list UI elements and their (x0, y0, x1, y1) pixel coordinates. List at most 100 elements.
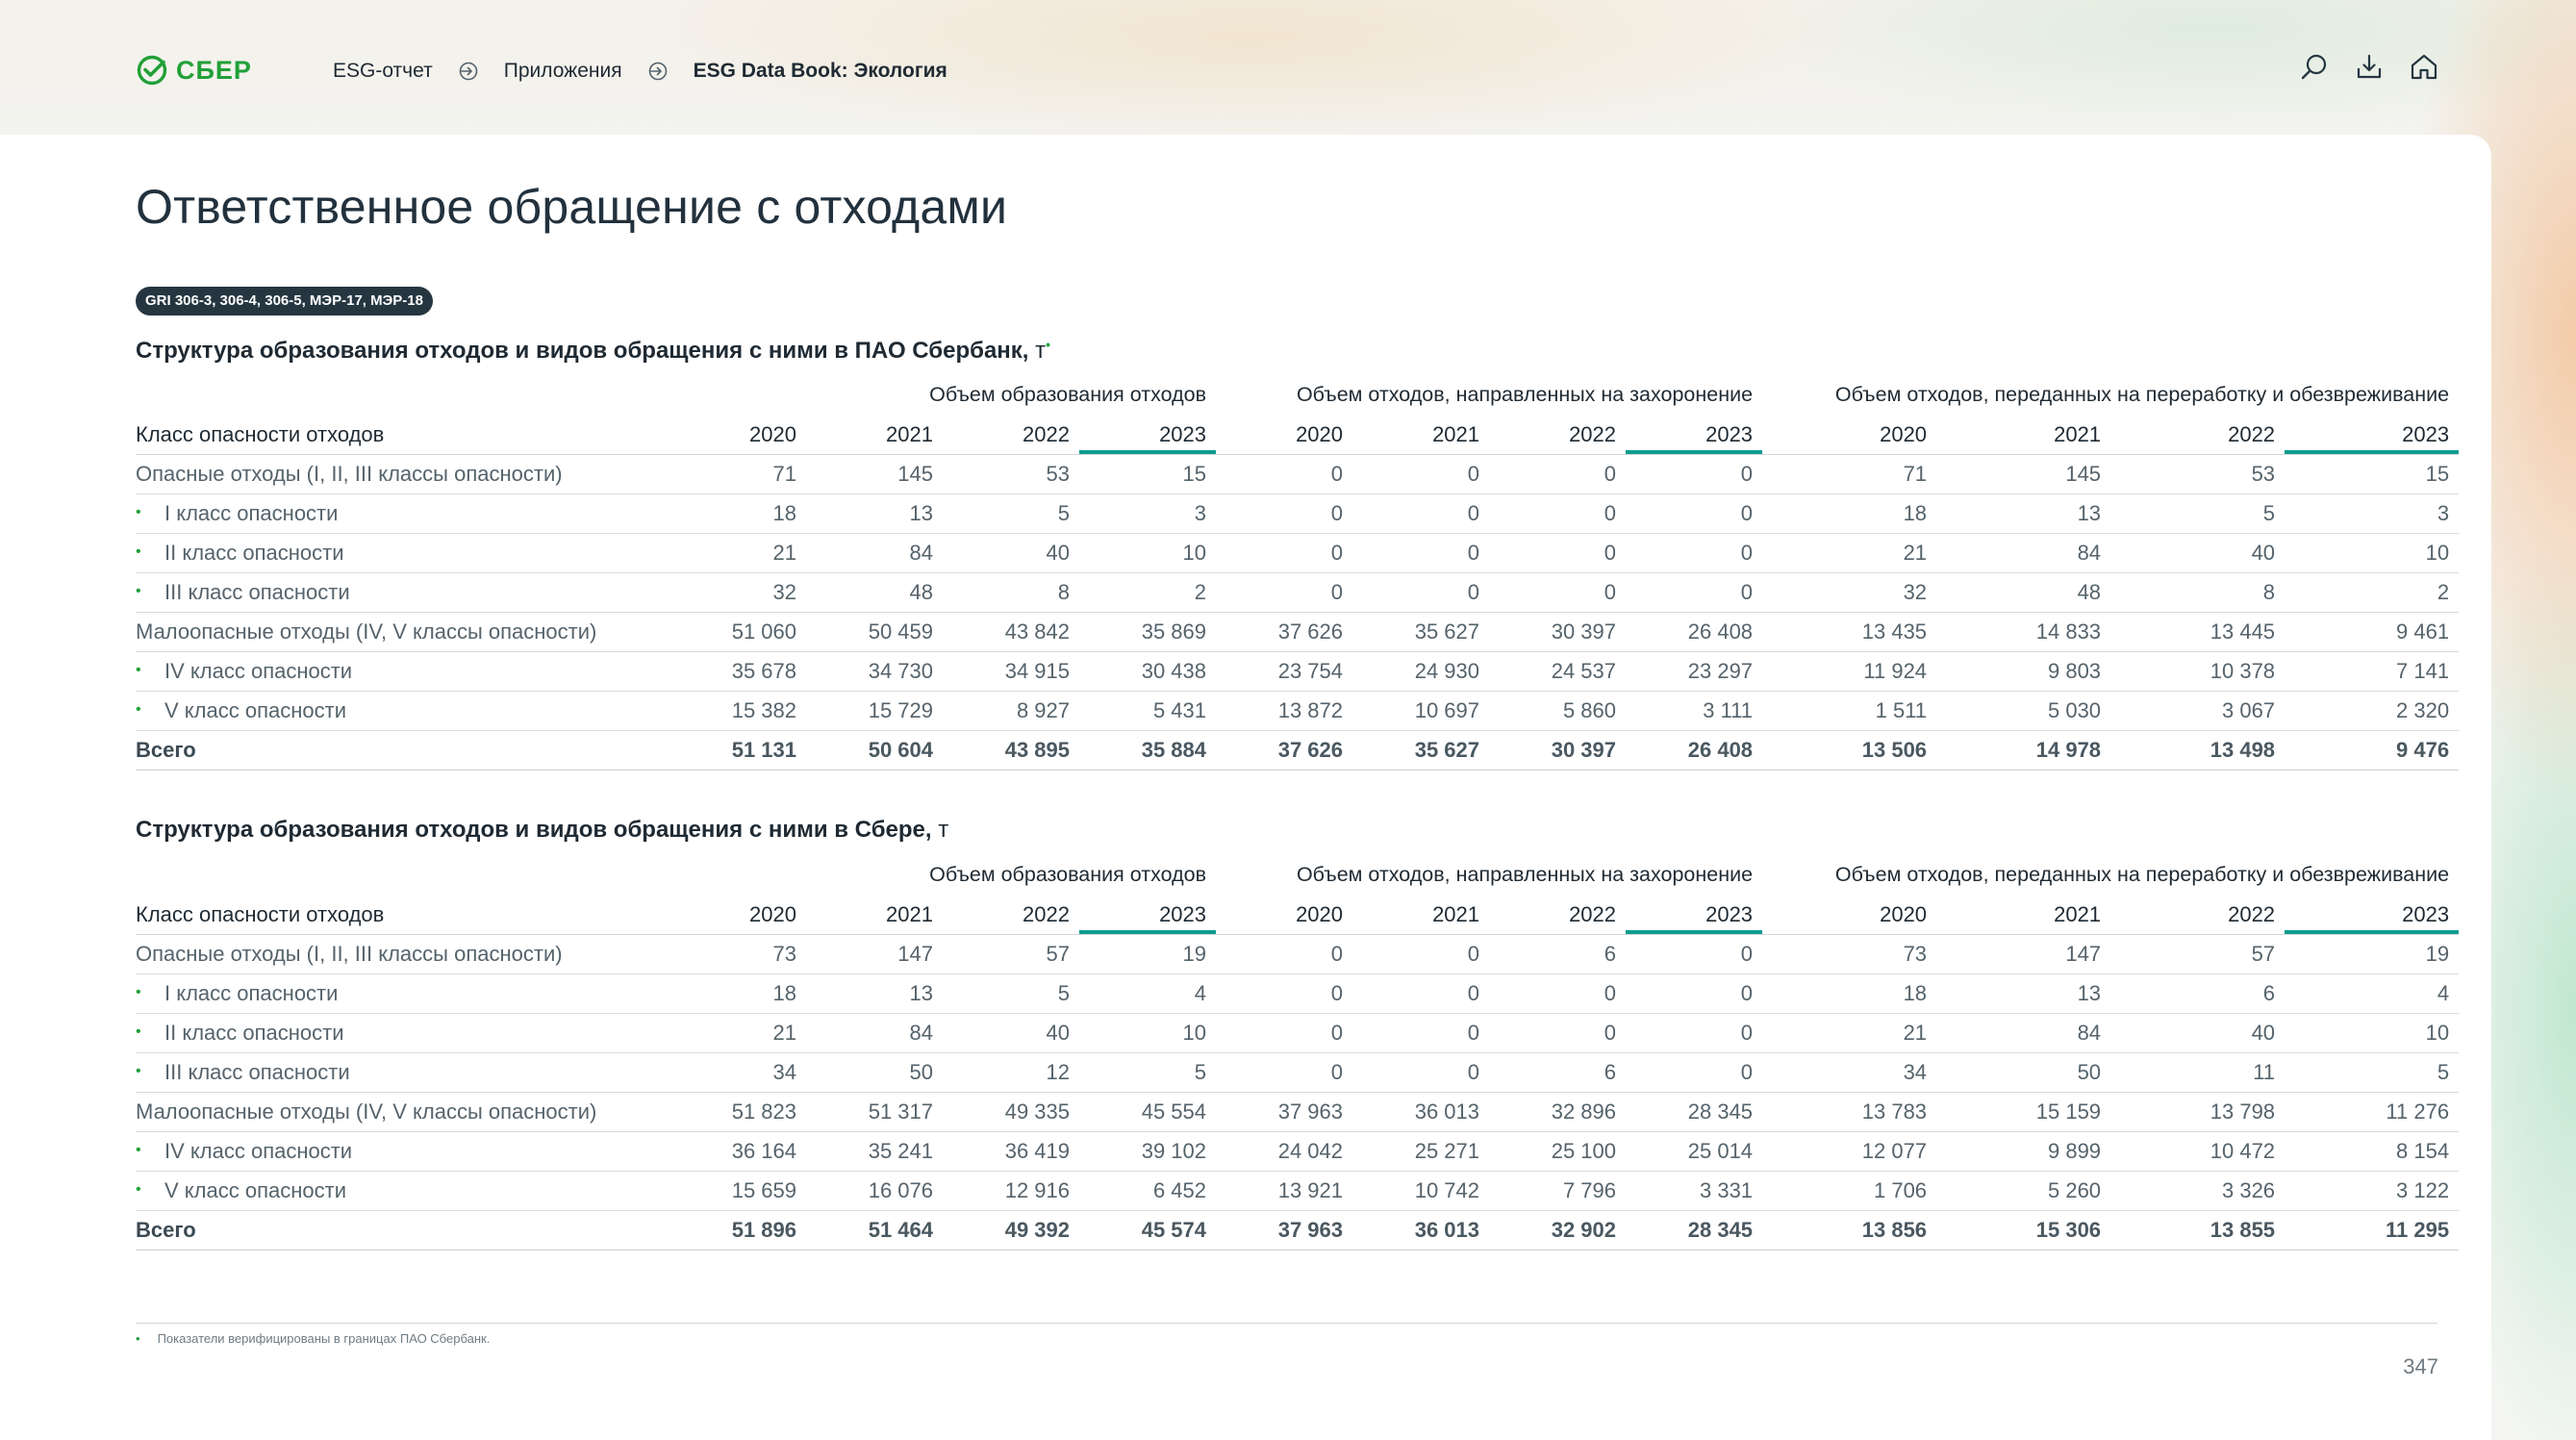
value-cell: 5 431 (1079, 691, 1217, 731)
value-cell: 13 435 (1762, 612, 1937, 652)
bullet-icon: • (136, 701, 141, 719)
value-cell: 10 472 (2110, 1131, 2286, 1172)
row-label-cell: Всего (136, 1210, 669, 1251)
year-header: 2023 (1079, 416, 1217, 455)
breadcrumb-current: ESG Data Book: Экология (693, 60, 947, 82)
year-header: 2022 (1489, 416, 1627, 455)
value-cell: 5 (2110, 493, 2286, 534)
value-cell: 0 (1489, 493, 1627, 534)
value-cell: 23 754 (1216, 651, 1353, 692)
row-label-cell: • III класс опасности (136, 1052, 669, 1093)
value-cell: 0 (1352, 973, 1490, 1014)
value-cell: 10 (2285, 533, 2460, 573)
year-header: 2020 (1216, 896, 1353, 935)
value-cell: 37 963 (1216, 1092, 1353, 1132)
value-cell: 13 506 (1762, 730, 1937, 771)
value-cell: 30 438 (1079, 651, 1217, 692)
value-cell: 73 (669, 934, 806, 974)
row-label: IV класс опасности (164, 1139, 353, 1163)
value-cell: 15 (1079, 454, 1217, 494)
value-cell: 26 408 (1626, 612, 1763, 652)
value-cell: 0 (1216, 973, 1353, 1014)
value-cell: 147 (806, 934, 943, 974)
value-cell: 3 122 (2285, 1171, 2460, 1211)
value-cell: 50 (1936, 1052, 2111, 1093)
value-cell: 35 627 (1352, 730, 1490, 771)
value-cell: 18 (1762, 973, 1937, 1014)
label-column-header: Класс опасности отходов (136, 416, 669, 455)
row-label: IV класс опасности (164, 659, 353, 683)
value-cell: 5 (943, 973, 1079, 1014)
value-cell: 19 (2285, 934, 2460, 974)
value-cell: 28 345 (1626, 1210, 1763, 1251)
bullet-icon: • (136, 984, 141, 1001)
arrow-right-circle-icon (459, 62, 478, 81)
value-cell: 13 (1936, 973, 2111, 1014)
column-group-header: Объем образования отходов (929, 382, 1207, 406)
value-cell: 2 (2285, 572, 2460, 613)
value-cell: 19 (1079, 934, 1217, 974)
table-1-footnote-mark: • (1046, 337, 1051, 352)
value-cell: 12 (943, 1052, 1079, 1093)
year-header: 2020 (1762, 896, 1937, 935)
row-label: Всего (136, 738, 196, 762)
value-cell: 24 042 (1216, 1131, 1353, 1172)
value-cell: 10 697 (1352, 691, 1490, 731)
waste-table-sber-group: Объем образования отходов Объем отходов, … (136, 853, 2460, 1251)
value-cell: 0 (1489, 533, 1627, 573)
value-cell: 35 884 (1079, 730, 1217, 771)
download-button[interactable] (2352, 50, 2387, 85)
value-cell: 0 (1626, 533, 1763, 573)
value-cell: 84 (806, 533, 943, 573)
year-header: 2021 (1936, 896, 2111, 935)
download-icon (2357, 54, 2382, 79)
value-cell: 13 (806, 493, 943, 534)
value-cell: 3 (2285, 493, 2460, 534)
row-label: Малоопасные отходы (IV, V классы опаснос… (136, 1099, 597, 1124)
value-cell: 8 (2110, 572, 2286, 613)
value-cell: 45 554 (1079, 1092, 1217, 1132)
year-header-row: Класс опасности отходов 2020 2021 2022 2023 2… (136, 896, 2460, 935)
value-cell: 5 (2285, 1052, 2460, 1093)
value-cell: 4 (2285, 973, 2460, 1014)
label-column-header: Класс опасности отходов (136, 896, 669, 935)
year-header: 2022 (1489, 896, 1627, 935)
row-label-cell: • V класс опасности (136, 1171, 669, 1211)
value-cell: 50 (806, 1052, 943, 1093)
value-cell: 0 (1216, 533, 1353, 573)
search-button[interactable] (2297, 50, 2332, 85)
value-cell: 36 013 (1352, 1210, 1490, 1251)
value-cell: 0 (1626, 1013, 1763, 1053)
column-group-header: Объем отходов, переданных на переработку… (1834, 862, 2450, 886)
content-card: Ответственное обращение с отходами GRI 3… (0, 135, 2491, 1440)
breadcrumb-appendices[interactable]: Приложения (504, 60, 622, 83)
year-header: 2022 (943, 416, 1079, 455)
value-cell: 37 963 (1216, 1210, 1353, 1251)
value-cell: 34 915 (943, 651, 1079, 692)
row-label-cell: • II класс опасности (136, 1013, 669, 1053)
year-header: 2021 (1352, 896, 1490, 935)
value-cell: 32 (669, 572, 806, 613)
table-row: • IV класс опасности 35 678 34 730 34 915 30 … (136, 651, 2460, 692)
row-label-cell: Опасные отходы (I, II, III классы опасно… (136, 934, 669, 974)
row-label-cell: • IV класс опасности (136, 1131, 669, 1172)
value-cell: 4 (1079, 973, 1217, 1014)
value-cell: 145 (1936, 454, 2111, 494)
value-cell: 3 326 (2110, 1171, 2286, 1211)
value-cell: 35 678 (669, 651, 806, 692)
row-label: III класс опасности (164, 1060, 350, 1084)
value-cell: 43 895 (943, 730, 1079, 771)
sber-logo[interactable]: СБЕР (136, 54, 252, 87)
value-cell: 50 459 (806, 612, 943, 652)
footnote: • Показатели верифицированы в границах ПА… (136, 1331, 490, 1346)
value-cell: 50 604 (806, 730, 943, 771)
value-cell: 32 (1762, 572, 1937, 613)
footnote-divider (136, 1323, 2437, 1324)
group-header-row: Объем образования отходов Объем отходов, … (136, 373, 2459, 416)
home-button[interactable] (2407, 50, 2441, 85)
value-cell: 40 (943, 1013, 1079, 1053)
value-cell: 6 (1489, 1052, 1627, 1093)
breadcrumb-esg-report[interactable]: ESG-отчет (333, 60, 433, 83)
value-cell: 37 626 (1216, 612, 1353, 652)
value-cell: 10 742 (1352, 1171, 1490, 1211)
